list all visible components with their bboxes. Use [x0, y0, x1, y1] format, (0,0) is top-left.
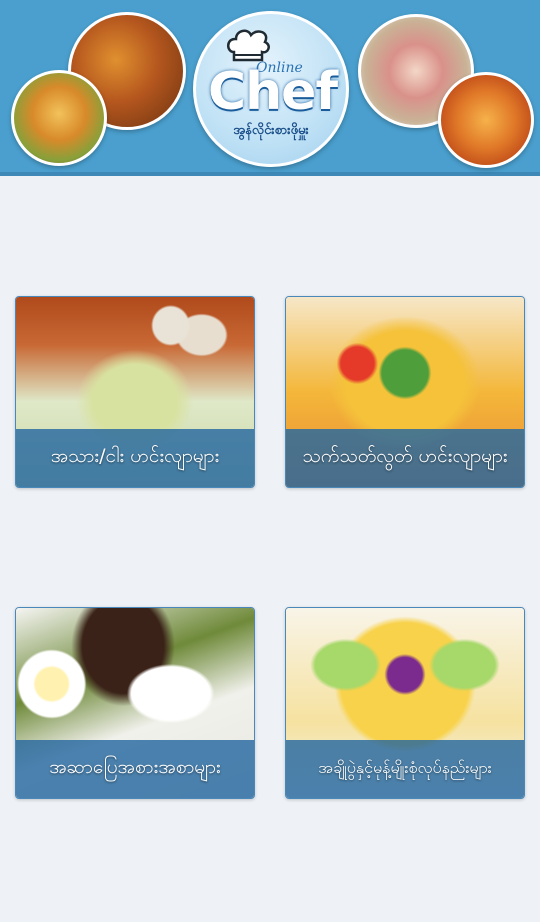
category-card-meat-fish[interactable]: အသား/ငါး ဟင်းလျာများ: [15, 296, 255, 488]
category-label: သက်သတ်လွတ် ဟင်းလျာများ: [302, 445, 508, 467]
category-label-bar: သက်သတ်လွတ် ဟင်းလျာများ: [286, 429, 524, 487]
category-label-bar: အချိုပွဲနှင့်မုန့်မျိုးစုံလုပ်နည်းများ: [286, 740, 524, 798]
category-label: အချိုပွဲနှင့်မုန့်မျိုးစုံလုပ်နည်းများ: [318, 758, 492, 777]
category-label: အသား/ငါး ဟင်းလျာများ: [50, 445, 220, 467]
category-label-bar: အဆာပြေအစားအစာများ: [16, 740, 254, 798]
category-card-vegetarian[interactable]: သက်သတ်လွတ် ဟင်းလျာများ: [285, 296, 525, 488]
category-label-bar: အသား/ငါး ဟင်းလျာများ: [16, 429, 254, 487]
category-card-desserts[interactable]: အချိုပွဲနှင့်မုန့်မျိုးစုံလုပ်နည်းများ: [285, 607, 525, 799]
food-photo-salad: [438, 72, 534, 168]
category-card-snacks[interactable]: အဆာပြေအစားအစာများ: [15, 607, 255, 799]
category-label: အဆာပြေအစားအစာများ: [49, 756, 221, 778]
app-header: Online Chef အွန်လိုင်းစားဖိုမှူး: [0, 0, 540, 176]
online-chef-logo: Online Chef အွန်လိုင်းစားဖိုမှူး: [193, 11, 349, 167]
food-photo-stirfry: [11, 70, 107, 166]
logo-tagline: အွန်လိုင်းစားဖိုမှူး: [233, 123, 309, 138]
logo-chef-text: Chef: [208, 62, 338, 122]
